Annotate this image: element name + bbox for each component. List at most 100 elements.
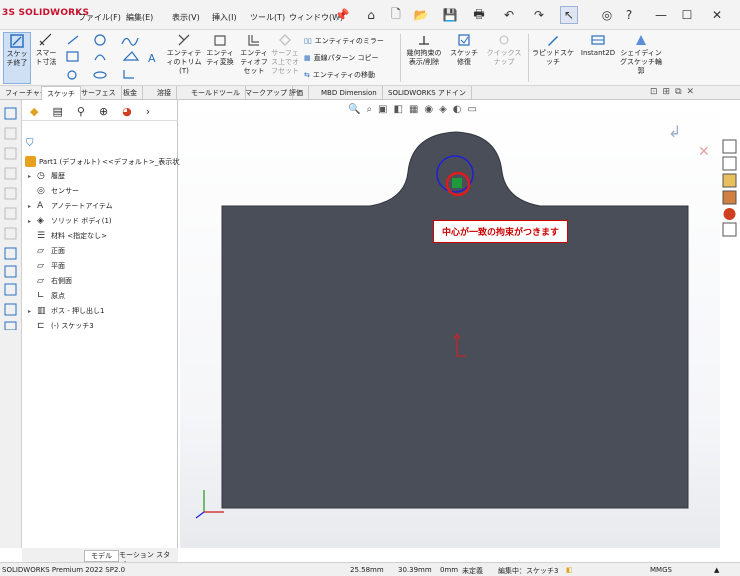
display-manager-tab-icon[interactable]: ◕ (122, 105, 132, 118)
rapid-sketch-button[interactable]: ラピッドスケッチ (530, 32, 576, 67)
status-x: 25.58mm (350, 566, 384, 574)
expand-icon[interactable] (28, 323, 34, 329)
tree-item[interactable]: ▸ ▥ ボス - 押し出し1 (28, 303, 104, 318)
graphics-area[interactable]: 🔍⌕▣◧▦◉◈◐▭ 中心が一致の拘束がつきます ↲ ✕ (180, 100, 720, 548)
shaded-contours-button[interactable]: シェイディングスケッチ輪郭 (620, 32, 662, 76)
tree-item[interactable]: ▸ ◈ ソリッド ボディ(1) (28, 213, 112, 228)
tree-item[interactable]: ⊏ (-) スケッチ3 (28, 318, 94, 333)
tab-sheet-metal[interactable]: 板金 (118, 86, 143, 100)
user-icon[interactable]: ◎ (598, 6, 616, 24)
ribbon-separator (528, 34, 529, 82)
property-manager-tab-icon[interactable]: ▤ (52, 105, 62, 118)
rebuild-icon[interactable]: ◧ (566, 566, 573, 574)
tab-surfaces[interactable]: サーフェス (76, 86, 122, 100)
smart-dimension-button[interactable]: スマート寸法 (33, 32, 59, 67)
mirror-entities-button[interactable]: ▯▯ エンティティのミラー (304, 36, 384, 46)
home-icon[interactable]: ⌂ (362, 6, 380, 24)
task-pane-icons[interactable] (720, 100, 740, 240)
sensor-icon: ◎ (37, 185, 45, 196)
linear-pattern-icon: ▦ (304, 54, 311, 62)
cancel-corner-icon[interactable]: ✕ (698, 144, 710, 160)
tree-item[interactable]: ∟ 原点 (28, 288, 65, 303)
solid-body-icon: ◈ (37, 215, 44, 226)
expand-icon[interactable] (28, 263, 34, 269)
tree-item-label: 右側面 (51, 276, 72, 285)
pin-icon[interactable]: 📌 (333, 6, 351, 24)
configuration-tab-icon[interactable]: ⚲ (77, 105, 85, 118)
print-icon[interactable]: 🖶 (470, 6, 488, 24)
chevron-right-icon[interactable]: › (146, 105, 150, 118)
instant2d-button[interactable]: Instant2D (578, 32, 618, 58)
tree-root[interactable]: Part1 (デフォルト) <<デフォルト>_表示状態 1 (25, 154, 193, 169)
solidworks-logo[interactable]: 3S SOLIDWORKS (2, 8, 89, 18)
offset-entities-button[interactable]: エンティティオフセット (238, 32, 270, 76)
tree-item[interactable]: ▱ 正面 (28, 243, 65, 258)
window-controls[interactable]: ⊡⊞⧉✕ (650, 87, 699, 97)
status-bar: SOLIDWORKS Premium 2022 SP2.0 25.58mm 30… (0, 562, 740, 576)
tab-mold-tools[interactable]: モールドツール (186, 86, 246, 100)
tab-addins[interactable]: SOLIDWORKS アドイン (383, 86, 472, 100)
save-icon[interactable]: 💾 (441, 6, 459, 24)
repair-sketch-button[interactable]: スケッチ修復 (448, 32, 480, 67)
move-entities-button[interactable]: ⇆ エンティティの移動 (304, 70, 375, 80)
feature-tree-tab-icon[interactable]: ◆ (30, 105, 38, 118)
close-icon[interactable]: ✕ (708, 6, 726, 24)
status-editing: 編集中：スケッチ3 (498, 567, 559, 575)
expand-icon[interactable]: ▸ (28, 173, 34, 180)
menu-tools[interactable]: ツール(T) (250, 12, 285, 23)
expand-icon[interactable] (28, 278, 34, 284)
tree-item[interactable]: ◎ センサー (28, 183, 79, 198)
open-icon[interactable]: 📂 (412, 6, 430, 24)
sketch-exit-button[interactable]: スケッチ終了 (3, 32, 31, 84)
tab-weldments[interactable]: 溶接 (152, 86, 177, 100)
menu-file[interactable]: ファイル(F) (78, 12, 121, 23)
expand-icon[interactable] (28, 293, 34, 299)
expand-icon[interactable] (28, 248, 34, 254)
tab-evaluate[interactable]: 評価 (284, 86, 309, 100)
bottom-tabs: モデル モーション スタディ 1 (22, 548, 178, 569)
help-icon[interactable]: ? (620, 6, 638, 24)
quick-snap-button[interactable]: クイックスナップ (484, 32, 524, 67)
dimxpert-tab-icon[interactable]: ⊕ (99, 105, 108, 118)
tree-item[interactable]: ☰ 材料 <指定なし> (28, 228, 107, 243)
linear-pattern-label: 直線パターン コピー (313, 54, 379, 62)
trim-label: エンティティのトリム(T) (166, 49, 202, 75)
tab-model[interactable]: モデル (84, 550, 119, 562)
status-units[interactable]: MMGS (650, 566, 672, 574)
surface-offset-icon (279, 34, 291, 46)
expand-icon[interactable]: ▸ (28, 203, 34, 210)
menu-edit[interactable]: 編集(E) (126, 12, 153, 23)
tree-item[interactable]: ▱ 右側面 (28, 273, 72, 288)
relations-icon (419, 36, 429, 45)
tree-item[interactable]: ▱ 平面 (28, 258, 65, 273)
status-extra-icon[interactable]: ▲ (714, 566, 719, 574)
expand-icon[interactable]: ▸ (28, 218, 34, 225)
title-bar: 3S SOLIDWORKS ファイル(F) 編集(E) 表示(V) 挿入(I) … (0, 0, 740, 30)
maximize-icon[interactable]: ☐ (678, 6, 696, 24)
expand-icon[interactable] (28, 233, 34, 239)
plane-icon: ▱ (37, 245, 44, 256)
menu-view[interactable]: 表示(V) (172, 12, 200, 23)
task-pane (720, 100, 740, 548)
undo-icon[interactable]: ↶ (500, 6, 518, 24)
tree-item[interactable]: ▸ A アノテートアイテム (28, 198, 113, 213)
convert-entities-button[interactable]: エンティティ変換 (204, 32, 236, 67)
surface-offset-button[interactable]: サーフェス上でオフセット (271, 32, 299, 76)
minimize-icon[interactable]: — (652, 6, 670, 24)
confirm-corner-icon[interactable]: ↲ (668, 122, 681, 141)
new-document-icon[interactable]: 🗋 (387, 6, 405, 24)
menu-insert[interactable]: 挿入(I) (212, 12, 237, 23)
redo-icon[interactable]: ↷ (530, 6, 548, 24)
filter-icon[interactable]: ⛉ (26, 138, 34, 149)
linear-pattern-button[interactable]: ▦ 直線パターン コピー (304, 53, 379, 63)
repair-icon (458, 34, 470, 46)
tab-mbd-dimension[interactable]: MBD Dimension (316, 86, 383, 100)
select-arrow-icon[interactable]: ↖ (560, 6, 578, 24)
tab-sketch[interactable]: スケッチ (41, 86, 81, 100)
expand-icon[interactable]: ▸ (28, 308, 34, 315)
expand-icon[interactable] (28, 188, 34, 194)
left-toolbar-icons[interactable] (0, 100, 22, 331)
trim-entities-button[interactable]: エンティティのトリム(T) (166, 32, 202, 76)
tree-item[interactable]: ▸ ◷ 履歴 (28, 168, 65, 183)
display-relations-button[interactable]: 幾何拘束の表示/削除 (404, 32, 444, 67)
